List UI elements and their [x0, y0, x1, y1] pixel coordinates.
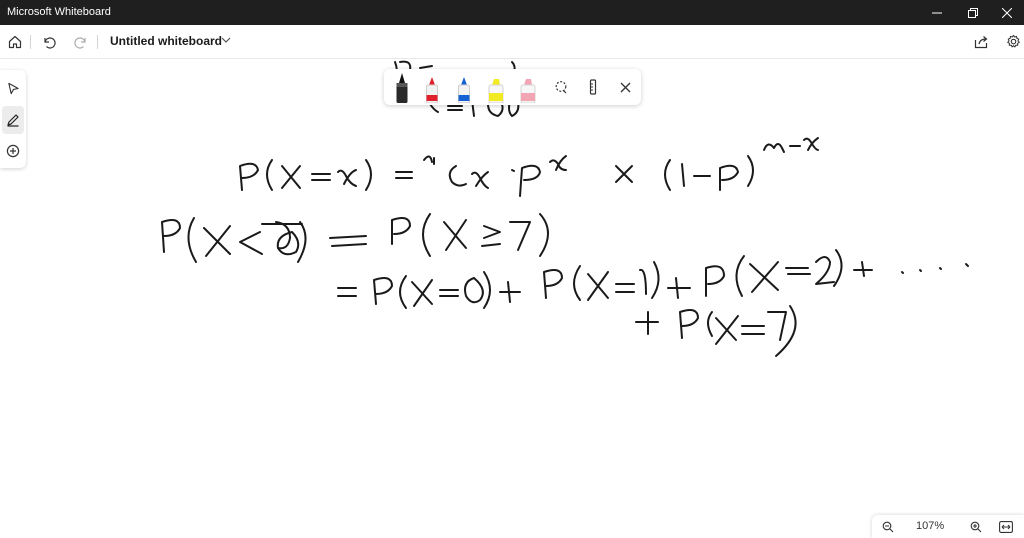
pen-tool-button[interactable]: [2, 106, 24, 134]
black-pen-button[interactable]: [388, 69, 416, 105]
select-tool-button[interactable]: [0, 74, 26, 102]
share-icon: [974, 35, 988, 48]
whiteboard-canvas[interactable]: [0, 59, 1024, 538]
pen-tray: [384, 69, 641, 105]
home-icon: [8, 35, 22, 48]
fit-to-screen-button[interactable]: [992, 515, 1020, 538]
yellow-highlighter-button[interactable]: [482, 69, 510, 105]
zoom-in-icon: [970, 521, 982, 532]
gear-icon: [1006, 34, 1020, 48]
restore-icon: [968, 7, 978, 18]
app-toolbar: Untitled whiteboard: [0, 25, 1024, 59]
close-icon: [1002, 7, 1012, 18]
red-pen-button[interactable]: [418, 69, 446, 105]
lasso-icon: [555, 81, 567, 94]
marker-icon: [426, 77, 438, 103]
ink-line-probability: [161, 213, 549, 263]
zoom-controls: 107%: [872, 515, 1024, 538]
add-icon: [6, 144, 20, 158]
ruler-button[interactable]: [578, 69, 608, 105]
add-content-button[interactable]: [0, 137, 26, 165]
undo-icon: [44, 36, 56, 49]
ink-strokes: [161, 60, 969, 357]
blue-pen-button[interactable]: [450, 69, 478, 105]
marker-icon: [396, 73, 408, 103]
pink-highlighter-button[interactable]: [514, 69, 542, 105]
ruler-icon: [589, 79, 597, 95]
share-button[interactable]: [966, 25, 996, 58]
zoom-in-button[interactable]: [962, 515, 990, 538]
board-title-menu[interactable]: [220, 34, 232, 46]
marker-icon: [458, 77, 470, 103]
left-tool-rail: [0, 70, 26, 168]
close-button[interactable]: [990, 0, 1024, 25]
home-button[interactable]: [0, 25, 30, 58]
fit-screen-icon: [999, 520, 1013, 533]
ink-line-binomial-formula: [239, 137, 819, 197]
close-icon: [620, 82, 630, 92]
redo-button[interactable]: [66, 25, 96, 58]
ink-line-last-term: [635, 305, 797, 357]
highlighter-icon: [488, 79, 504, 103]
minimize-button[interactable]: [920, 0, 954, 25]
highlighter-icon: [520, 79, 536, 103]
undo-button[interactable]: [34, 25, 64, 58]
redo-icon: [74, 36, 86, 49]
title-bar: Microsoft Whiteboard: [0, 0, 1024, 25]
pen-icon: [7, 114, 19, 127]
zoom-out-icon: [882, 521, 894, 532]
settings-button[interactable]: [998, 25, 1024, 58]
zoom-out-button[interactable]: [874, 515, 902, 538]
restore-button[interactable]: [956, 0, 990, 25]
close-pen-tray-button[interactable]: [610, 69, 640, 105]
ink-line-expansion: [337, 249, 969, 309]
toolbar-divider: [30, 35, 31, 49]
app-title: Microsoft Whiteboard: [7, 6, 111, 18]
chevron-down-icon: [221, 37, 231, 43]
select-arrow-icon: [7, 82, 19, 94]
zoom-level[interactable]: 107%: [916, 520, 944, 532]
lasso-select-button[interactable]: [546, 69, 576, 105]
board-title[interactable]: Untitled whiteboard: [110, 34, 222, 48]
toolbar-divider: [97, 35, 98, 49]
minimize-icon: [932, 12, 942, 13]
